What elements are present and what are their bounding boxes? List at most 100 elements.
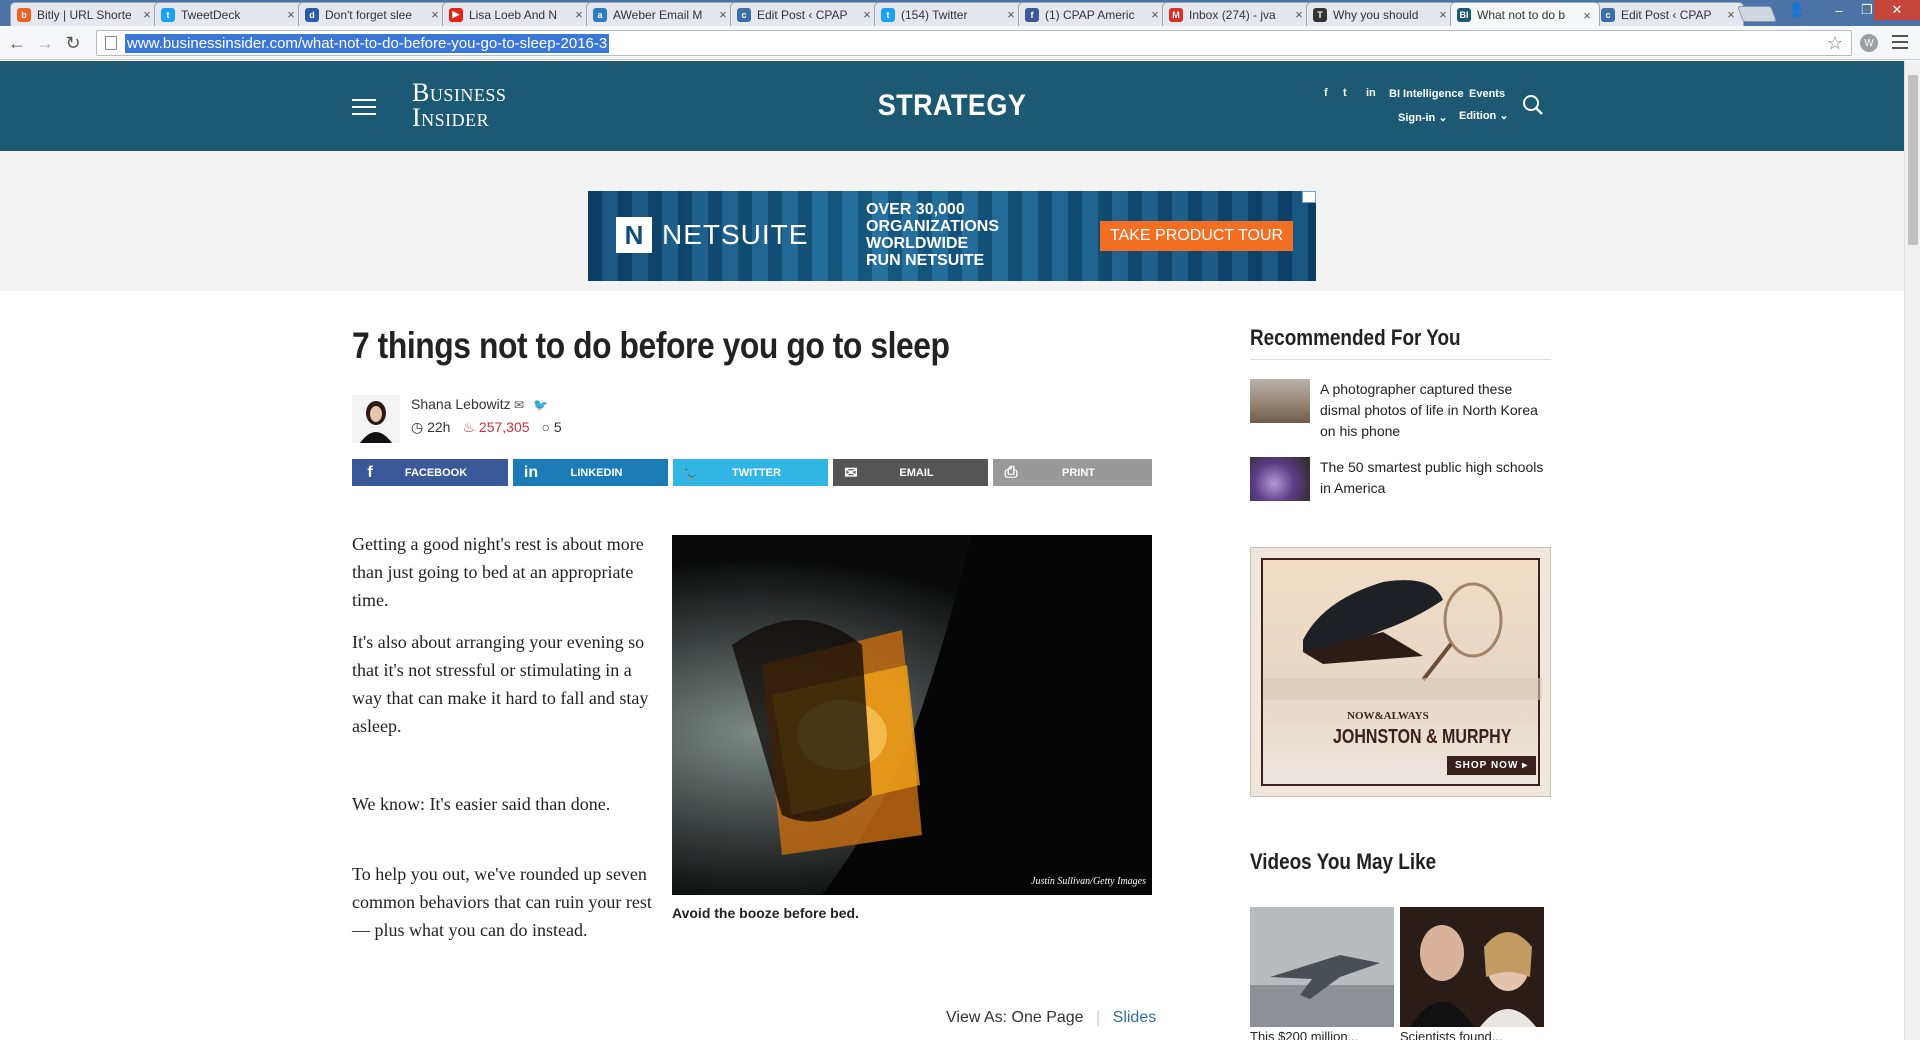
edition-dropdown[interactable]: Edition ⌄ bbox=[1459, 109, 1509, 122]
events-link[interactable]: Events bbox=[1469, 88, 1505, 100]
netsuite-ad-banner[interactable]: N NETSUITE OVER 30,000 ORGANIZATIONS WOR… bbox=[588, 191, 1316, 281]
extension-icon[interactable]: W bbox=[1860, 34, 1878, 52]
tab-close-icon[interactable]: × bbox=[429, 7, 441, 22]
page-scrollbar[interactable] bbox=[1904, 61, 1920, 1040]
tab-favicon-icon: d bbox=[305, 7, 319, 22]
author-contact: ✉ 🐦 bbox=[514, 398, 548, 412]
share-facebook-button[interactable]: f FACEBOOK bbox=[352, 459, 508, 486]
linkedin-icon[interactable]: in bbox=[1366, 87, 1376, 99]
browser-tab[interactable]: T Why you should × bbox=[1306, 2, 1456, 26]
tab-close-icon[interactable]: × bbox=[861, 7, 873, 22]
browser-tab[interactable]: b Bitly | URL Shorte × bbox=[10, 2, 160, 26]
reload-icon[interactable]: ↻ bbox=[62, 32, 84, 54]
recommended-link[interactable]: A photographer captured these dismal pho… bbox=[1320, 379, 1551, 442]
browser-tab[interactable]: c Edit Post ‹ CPAP × bbox=[1594, 2, 1744, 26]
video-thumbnail[interactable] bbox=[1400, 907, 1544, 1027]
author-avatar[interactable] bbox=[352, 395, 400, 443]
comment-icon: ○ bbox=[541, 419, 550, 435]
recommended-thumbnail[interactable] bbox=[1250, 457, 1310, 501]
tab-title: What not to do b bbox=[1477, 8, 1566, 22]
tab-close-icon[interactable]: × bbox=[1293, 7, 1305, 22]
tab-title: TweetDeck bbox=[181, 7, 241, 22]
tab-close-icon[interactable]: × bbox=[1581, 8, 1593, 23]
view-one-page-link[interactable]: View As: One Page bbox=[946, 1009, 1084, 1026]
close-window-icon[interactable]: ✕ bbox=[1874, 0, 1920, 20]
bookmark-star-icon[interactable]: ☆ bbox=[1827, 33, 1843, 54]
article-photo[interactable]: Justin Sullivan/Getty Images bbox=[672, 535, 1152, 895]
recommended-item[interactable]: The 50 smartest public high schools in A… bbox=[1250, 457, 1551, 501]
address-bar[interactable]: www.businessinsider.com/what-not-to-do-b… bbox=[96, 30, 1852, 56]
recommended-heading: Recommended For You bbox=[1250, 325, 1461, 350]
tab-close-icon[interactable]: × bbox=[285, 7, 297, 22]
tab-close-icon[interactable]: × bbox=[573, 7, 585, 22]
browser-tab[interactable]: t (154) Twitter × bbox=[874, 2, 1024, 26]
tab-close-icon[interactable]: × bbox=[1149, 7, 1161, 22]
share-twitter-button[interactable]: 🐦 TWITTER bbox=[673, 459, 828, 486]
facebook-icon[interactable]: f bbox=[1324, 87, 1328, 99]
browser-tab[interactable]: c Edit Post ‹ CPAP × bbox=[730, 2, 880, 26]
twitter-icon[interactable]: 🐦 bbox=[533, 398, 548, 412]
netsuite-logo-icon: N bbox=[616, 217, 652, 253]
section-title[interactable]: STRATEGY bbox=[95, 89, 1809, 123]
tab-title: (154) Twitter bbox=[901, 7, 968, 22]
share-email-button[interactable]: ✉ EMAIL bbox=[833, 459, 988, 486]
tab-title: Lisa Loeb And N bbox=[469, 7, 558, 22]
time-stamp: ◷ 22h bbox=[411, 419, 451, 435]
browser-tab[interactable]: f (1) CPAP Americ × bbox=[1018, 2, 1168, 26]
email-icon[interactable]: ✉ bbox=[514, 398, 524, 412]
browser-tab[interactable]: M Inbox (274) - jva × bbox=[1162, 2, 1312, 26]
ad-cta-button[interactable]: TAKE PRODUCT TOUR bbox=[1100, 221, 1294, 251]
shop-now-button[interactable]: SHOP NOW ▸ bbox=[1447, 756, 1537, 775]
video-caption[interactable]: This $200 million... bbox=[1250, 1029, 1358, 1040]
site-header: Business Insider STRATEGY f t in BI Inte… bbox=[0, 61, 1904, 151]
new-tab-button[interactable] bbox=[1737, 6, 1777, 22]
bi-intelligence-link[interactable]: BI Intelligence bbox=[1389, 88, 1464, 100]
browser-menu-icon[interactable] bbox=[1892, 35, 1908, 49]
search-icon[interactable] bbox=[1522, 94, 1544, 116]
sign-in-link[interactable]: Sign-in ⌄ bbox=[1398, 111, 1448, 124]
ad-frame: NOW&ALWAYS JOHNSTON & MURPHY SHOP NOW ▸ bbox=[1261, 558, 1542, 786]
clock-icon: ◷ bbox=[411, 419, 424, 435]
chevron-down-icon: ⌄ bbox=[1499, 110, 1509, 122]
url-text[interactable]: www.businessinsider.com/what-not-to-do-b… bbox=[125, 33, 610, 53]
recommended-link[interactable]: The 50 smartest public high schools in A… bbox=[1320, 457, 1551, 501]
johnston-murphy-ad[interactable]: NOW&ALWAYS JOHNSTON & MURPHY SHOP NOW ▸ bbox=[1250, 547, 1551, 797]
browser-tab[interactable]: d Don't forget slee × bbox=[298, 2, 448, 26]
tab-close-icon[interactable]: × bbox=[1725, 7, 1737, 22]
tab-close-icon[interactable]: × bbox=[717, 7, 729, 22]
author-name[interactable]: Shana Lebowitz bbox=[411, 396, 511, 412]
back-icon[interactable]: ← bbox=[6, 32, 28, 54]
tab-close-icon[interactable]: × bbox=[1437, 7, 1449, 22]
article-paragraph: We know: It's easier said than done. bbox=[352, 794, 611, 814]
share-print-button[interactable]: ⎙ PRINT bbox=[993, 459, 1152, 486]
video-caption[interactable]: Scientists found... bbox=[1400, 1029, 1503, 1040]
adchoices-icon[interactable] bbox=[1302, 191, 1316, 203]
view-slides-link[interactable]: Slides bbox=[1113, 1009, 1157, 1026]
share-label: PRINT bbox=[1062, 466, 1095, 479]
minimize-icon[interactable]: – bbox=[1824, 0, 1854, 20]
browser-tab[interactable]: ▶ Lisa Loeb And N × bbox=[442, 2, 592, 26]
tab-favicon-icon: ▶ bbox=[449, 7, 463, 22]
share-linkedin-button[interactable]: in LINKEDIN bbox=[513, 459, 668, 486]
twitter-icon: 🐦 bbox=[681, 464, 701, 482]
sign-in-label: Sign-in bbox=[1398, 112, 1436, 124]
tab-close-icon[interactable]: × bbox=[141, 7, 153, 22]
ad-brand: JOHNSTON & MURPHY bbox=[1333, 726, 1512, 748]
tab-title: Edit Post ‹ CPAP bbox=[757, 7, 848, 22]
email-icon: ✉ bbox=[844, 464, 858, 482]
browser-tab[interactable]: a AWeber Email M × bbox=[586, 2, 736, 26]
profile-icon[interactable]: 👤 bbox=[1782, 0, 1812, 20]
tab-close-icon[interactable]: × bbox=[1005, 7, 1017, 22]
print-icon: ⎙ bbox=[1004, 463, 1018, 481]
comment-count[interactable]: ○ 5 bbox=[542, 419, 562, 436]
scroll-thumb[interactable] bbox=[1908, 75, 1918, 245]
video-thumbnail[interactable] bbox=[1250, 907, 1394, 1027]
browser-tab[interactable]: t TweetDeck × bbox=[154, 2, 304, 26]
tab-favicon-icon: a bbox=[593, 7, 607, 22]
recommended-thumbnail[interactable] bbox=[1250, 379, 1310, 423]
forward-icon[interactable]: → bbox=[34, 32, 56, 54]
tab-title: Bitly | URL Shorte bbox=[37, 7, 132, 22]
recommended-item[interactable]: A photographer captured these dismal pho… bbox=[1250, 379, 1551, 442]
twitter-icon[interactable]: t bbox=[1343, 87, 1347, 99]
browser-tab[interactable]: BI What not to do b × bbox=[1450, 2, 1600, 26]
